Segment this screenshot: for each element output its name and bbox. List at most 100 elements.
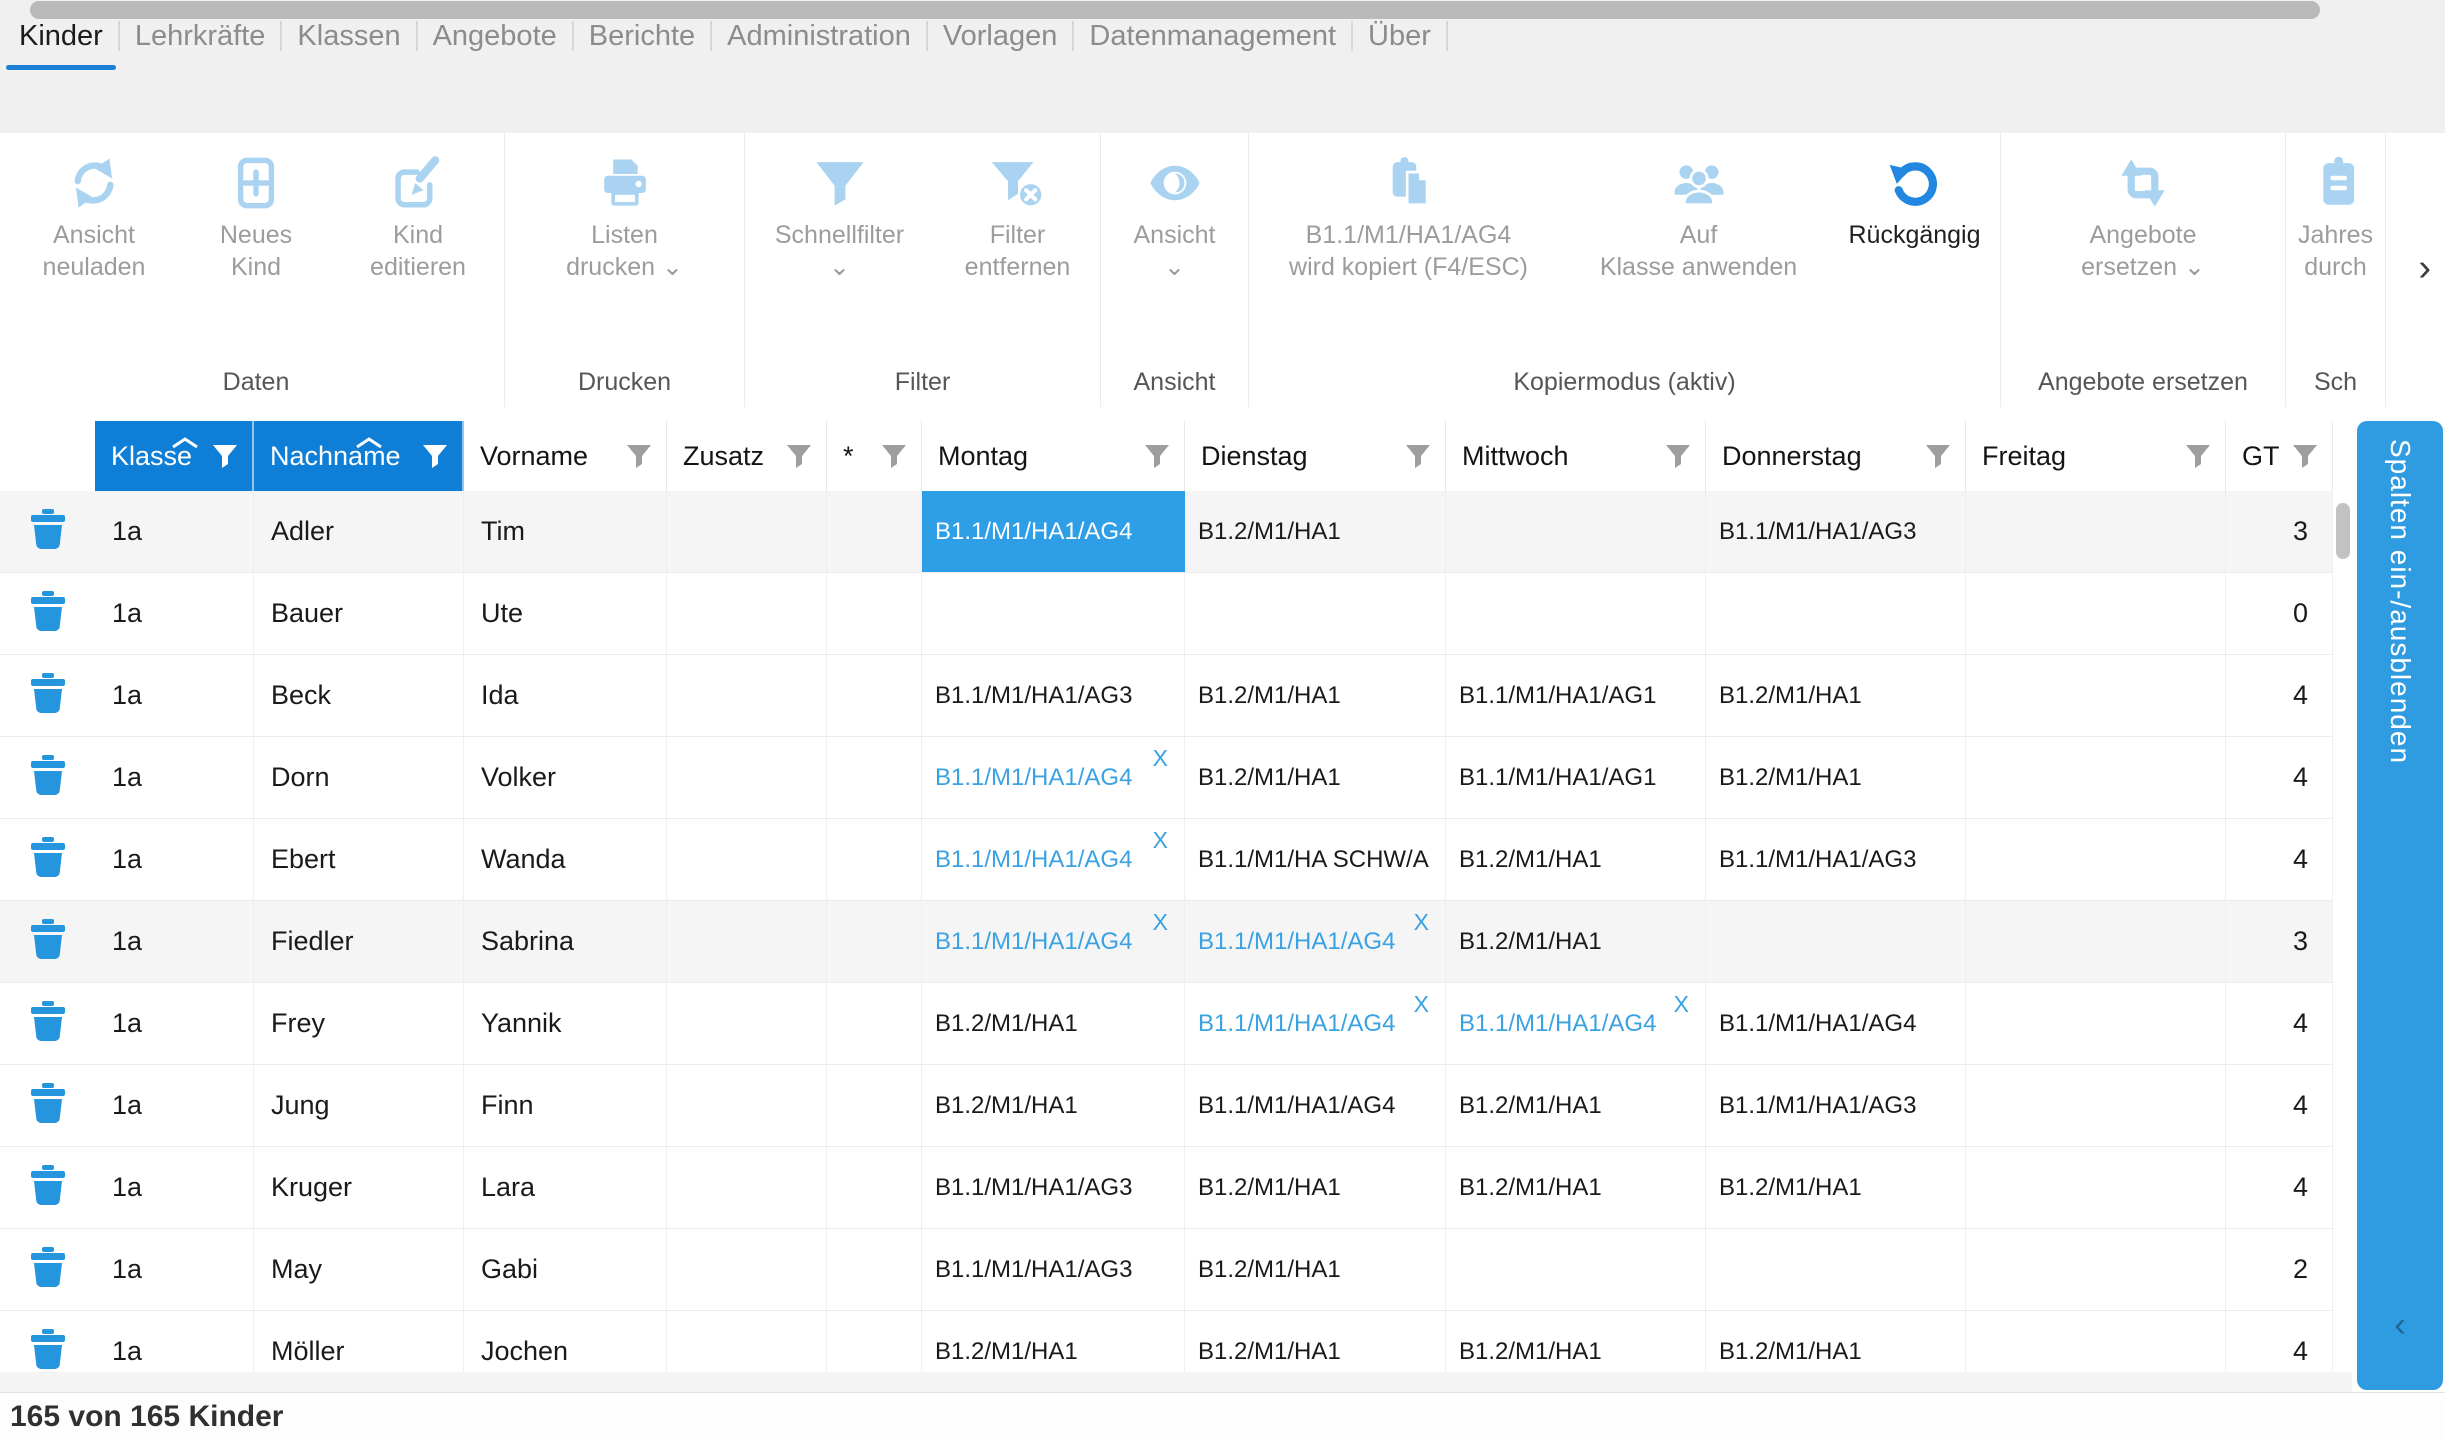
cell-star[interactable]: [827, 1229, 922, 1310]
cell-klasse[interactable]: 1a: [95, 491, 254, 572]
cell-vorname[interactable]: Sabrina: [464, 901, 667, 982]
view-button[interactable]: Ansicht ⌄: [1101, 151, 1249, 283]
cell-klasse[interactable]: 1a: [95, 1065, 254, 1146]
cell-vorname[interactable]: Ute: [464, 573, 667, 654]
column-header-mittwoch[interactable]: Mittwoch: [1446, 421, 1706, 491]
delete-row-button[interactable]: [0, 737, 95, 818]
cell-donnerstag[interactable]: B1.1/M1/HA1/AG3: [1706, 1065, 1966, 1146]
cell-donnerstag[interactable]: B1.1/M1/HA1/AG3: [1706, 819, 1966, 900]
cell-mittwoch[interactable]: B1.2/M1/HA1: [1446, 1311, 1706, 1372]
column-header-nachname[interactable]: Nachname: [254, 421, 464, 491]
column-header-freitag[interactable]: Freitag: [1966, 421, 2226, 491]
cell-zusatz[interactable]: [667, 819, 827, 900]
cell-donnerstag[interactable]: B1.1/M1/HA1/AG4: [1706, 983, 1966, 1064]
column-header-dienstag[interactable]: Dienstag: [1185, 421, 1446, 491]
cell-mittwoch[interactable]: B1.2/M1/HA1: [1446, 1147, 1706, 1228]
remove-assignment-button[interactable]: X: [1414, 909, 1429, 936]
cell-mittwoch[interactable]: [1446, 1229, 1706, 1310]
cell-montag[interactable]: B1.2/M1/HA1: [922, 1065, 1185, 1146]
cell-donnerstag[interactable]: B1.2/M1/HA1: [1706, 1147, 1966, 1228]
cell-star[interactable]: [827, 491, 922, 572]
cell-nachname[interactable]: Beck: [254, 655, 464, 736]
cell-zusatz[interactable]: [667, 1065, 827, 1146]
cell-vorname[interactable]: Volker: [464, 737, 667, 818]
remove-assignment-button[interactable]: X: [1153, 745, 1168, 772]
cell-mittwoch[interactable]: B1.2/M1/HA1: [1446, 1065, 1706, 1146]
year-run-button[interactable]: Jahres durch: [2286, 151, 2386, 283]
cell-dienstag[interactable]: B1.1/M1/HA1/AG4X: [1185, 983, 1446, 1064]
cell-star[interactable]: [827, 983, 922, 1064]
vertical-scrollbar-thumb[interactable]: [2336, 503, 2350, 559]
cell-freitag[interactable]: [1966, 1065, 2226, 1146]
column-toggle-panel[interactable]: Spalten ein-/ausblenden ‹: [2357, 421, 2443, 1390]
print-lists-button[interactable]: Listen drucken ⌄: [510, 151, 740, 283]
cell-freitag[interactable]: [1966, 983, 2226, 1064]
column-header-zusatz[interactable]: Zusatz: [667, 421, 827, 491]
cell-mittwoch[interactable]: B1.1/M1/HA1/AG1: [1446, 655, 1706, 736]
cell-dienstag[interactable]: B1.2/M1/HA1: [1185, 1311, 1446, 1372]
cell-mittwoch[interactable]: [1446, 573, 1706, 654]
delete-row-button[interactable]: [0, 901, 95, 982]
vertical-scrollbar[interactable]: [2334, 491, 2352, 1372]
filter-funnel-icon[interactable]: [2185, 443, 2211, 469]
cell-montag[interactable]: B1.2/M1/HA1: [922, 1311, 1185, 1372]
cell-mittwoch[interactable]: B1.2/M1/HA1: [1446, 819, 1706, 900]
cell-zusatz[interactable]: [667, 1311, 827, 1372]
cell-zusatz[interactable]: [667, 1229, 827, 1310]
cell-donnerstag[interactable]: B1.1/M1/HA1/AG3: [1706, 491, 1966, 572]
cell-freitag[interactable]: [1966, 1311, 2226, 1372]
cell-nachname[interactable]: Ebert: [254, 819, 464, 900]
filter-funnel-icon[interactable]: [786, 443, 812, 469]
apply-to-class-button[interactable]: Auf Klasse anwenden: [1569, 151, 1829, 283]
cell-klasse[interactable]: 1a: [95, 1147, 254, 1228]
cell-montag[interactable]: B1.2/M1/HA1: [922, 983, 1185, 1064]
column-header-montag[interactable]: Montag: [922, 421, 1185, 491]
ribbon-overflow-button[interactable]: ›: [2418, 249, 2431, 287]
cell-vorname[interactable]: Wanda: [464, 819, 667, 900]
column-header-vorname[interactable]: Vorname: [464, 421, 667, 491]
cell-vorname[interactable]: Tim: [464, 491, 667, 572]
delete-row-button[interactable]: [0, 1065, 95, 1146]
cell-dienstag[interactable]: B1.1/M1/HA SCHW/A: [1185, 819, 1446, 900]
cell-nachname[interactable]: Möller: [254, 1311, 464, 1372]
cell-nachname[interactable]: Adler: [254, 491, 464, 572]
cell-donnerstag[interactable]: B1.2/M1/HA1: [1706, 655, 1966, 736]
cell-freitag[interactable]: [1966, 901, 2226, 982]
edit-child-button[interactable]: Kind editieren: [337, 151, 499, 283]
cell-mittwoch[interactable]: B1.1/M1/HA1/AG1: [1446, 737, 1706, 818]
remove-assignment-button[interactable]: X: [1674, 991, 1689, 1018]
cell-montag[interactable]: [922, 573, 1185, 654]
undo-button[interactable]: Rückgängig: [1829, 151, 2001, 283]
column-header-star[interactable]: *: [827, 421, 922, 491]
horizontal-scrollbar-thumb[interactable]: [30, 1, 2320, 19]
filter-funnel-icon[interactable]: [881, 443, 907, 469]
delete-row-button[interactable]: [0, 655, 95, 736]
cell-star[interactable]: [827, 1311, 922, 1372]
filter-funnel-icon[interactable]: [626, 443, 652, 469]
filter-funnel-icon[interactable]: [1665, 443, 1691, 469]
cell-freitag[interactable]: [1966, 573, 2226, 654]
cell-vorname[interactable]: Finn: [464, 1065, 667, 1146]
cell-star[interactable]: [827, 819, 922, 900]
copy-status-button[interactable]: B1.1/M1/HA1/AG4 wird kopiert (F4/ESC): [1249, 151, 1569, 283]
cell-montag[interactable]: B1.1/M1/HA1/AG3: [922, 655, 1185, 736]
cell-dienstag[interactable]: B1.1/M1/HA1/AG4: [1185, 1065, 1446, 1146]
filter-funnel-icon[interactable]: [212, 443, 238, 469]
cell-dienstag[interactable]: [1185, 573, 1446, 654]
quick-filter-button[interactable]: Schnellfilter ⌄: [745, 151, 935, 283]
cell-klasse[interactable]: 1a: [95, 1229, 254, 1310]
cell-vorname[interactable]: Ida: [464, 655, 667, 736]
cell-donnerstag[interactable]: B1.2/M1/HA1: [1706, 737, 1966, 818]
reload-view-button[interactable]: Ansicht neuladen: [13, 151, 175, 283]
cell-dienstag[interactable]: B1.1/M1/HA1/AG4X: [1185, 901, 1446, 982]
cell-mittwoch[interactable]: [1446, 491, 1706, 572]
cell-zusatz[interactable]: [667, 491, 827, 572]
cell-montag[interactable]: B1.1/M1/HA1/AG4: [922, 491, 1185, 572]
cell-star[interactable]: [827, 655, 922, 736]
new-child-button[interactable]: Neues Kind: [175, 151, 337, 283]
collapse-chevron-icon[interactable]: ‹: [2357, 1308, 2443, 1342]
cell-freitag[interactable]: [1966, 491, 2226, 572]
delete-row-button[interactable]: [0, 1147, 95, 1228]
cell-donnerstag[interactable]: [1706, 901, 1966, 982]
cell-freitag[interactable]: [1966, 655, 2226, 736]
